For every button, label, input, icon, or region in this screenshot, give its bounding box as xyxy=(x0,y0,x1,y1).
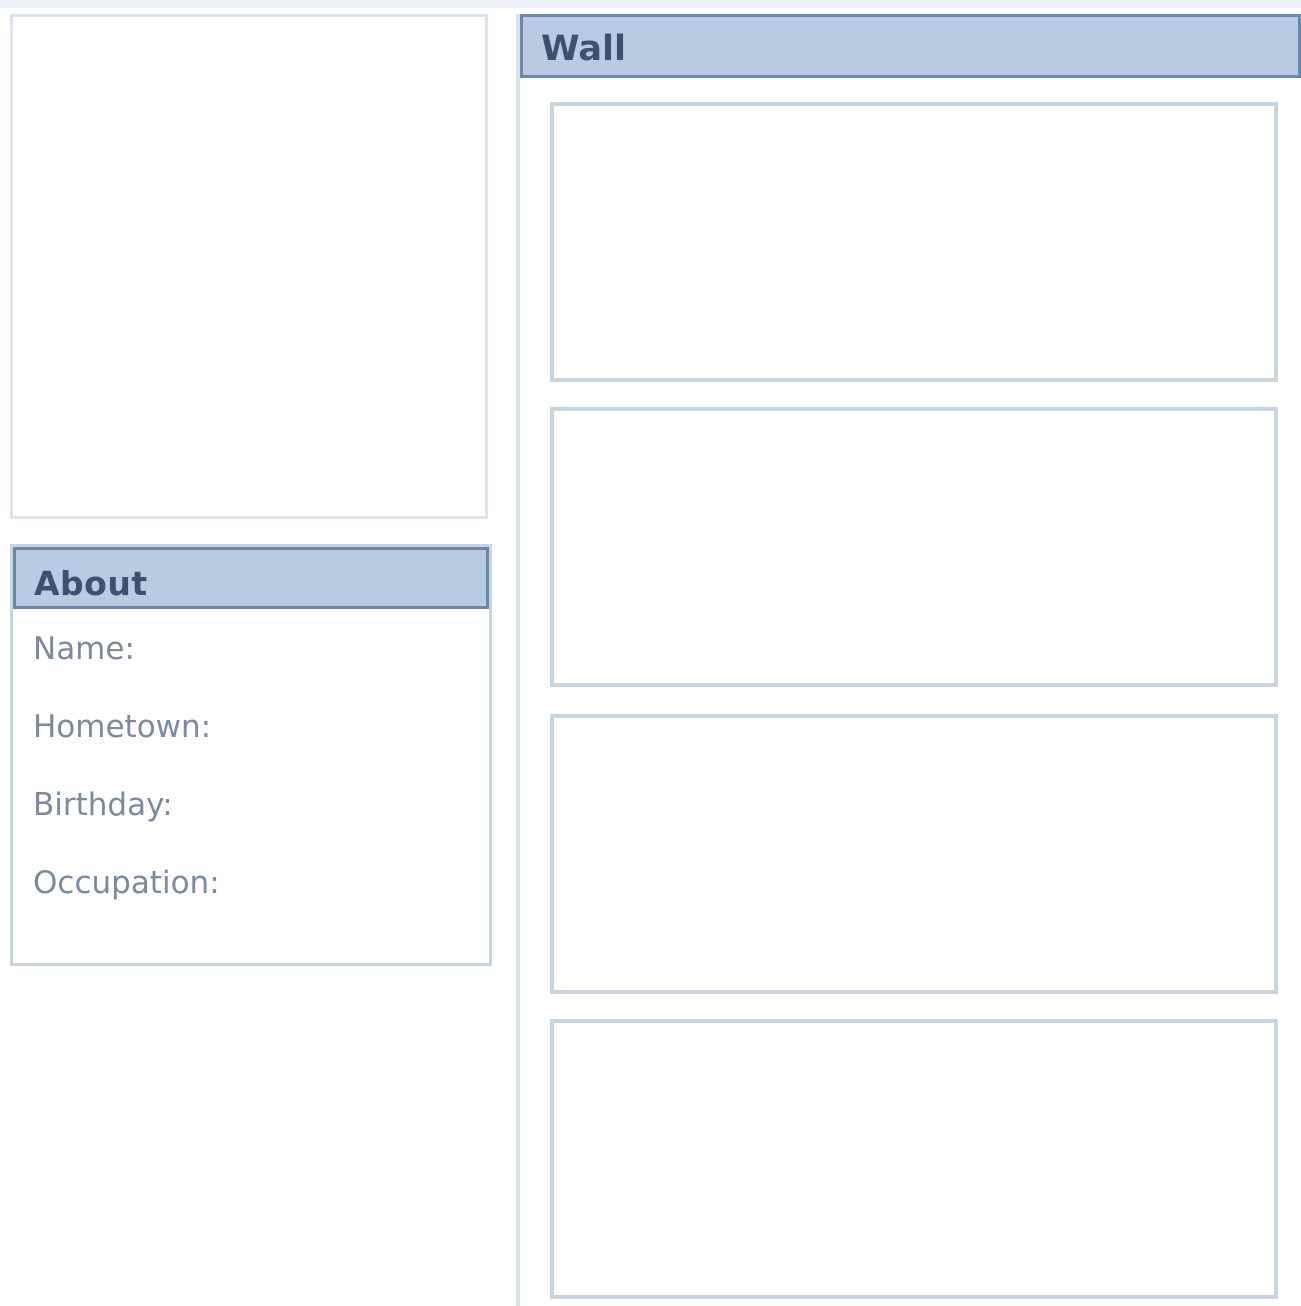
about-field-name: Name: xyxy=(33,631,135,667)
wall-title: Wall xyxy=(541,29,626,69)
about-title: About xyxy=(34,564,148,603)
about-panel: About Name: Hometown: Birthday: Occupati… xyxy=(10,544,492,966)
about-header: About xyxy=(13,547,489,609)
about-field-occupation: Occupation: xyxy=(33,865,220,901)
wall-header: Wall xyxy=(520,14,1301,78)
profile-page: About Name: Hometown: Birthday: Occupati… xyxy=(0,0,1301,1306)
about-fields: Name: Hometown: Birthday: Occupation: xyxy=(33,629,220,941)
about-field-birthday: Birthday: xyxy=(33,787,173,823)
wall-panel: Wall xyxy=(516,14,1301,1306)
wall-post[interactable] xyxy=(550,714,1278,994)
about-field-hometown: Hometown: xyxy=(33,709,212,745)
wall-post[interactable] xyxy=(550,407,1278,687)
profile-photo-placeholder[interactable] xyxy=(10,14,488,519)
top-strip xyxy=(0,0,1301,8)
wall-post[interactable] xyxy=(550,102,1278,382)
wall-post[interactable] xyxy=(550,1019,1278,1299)
